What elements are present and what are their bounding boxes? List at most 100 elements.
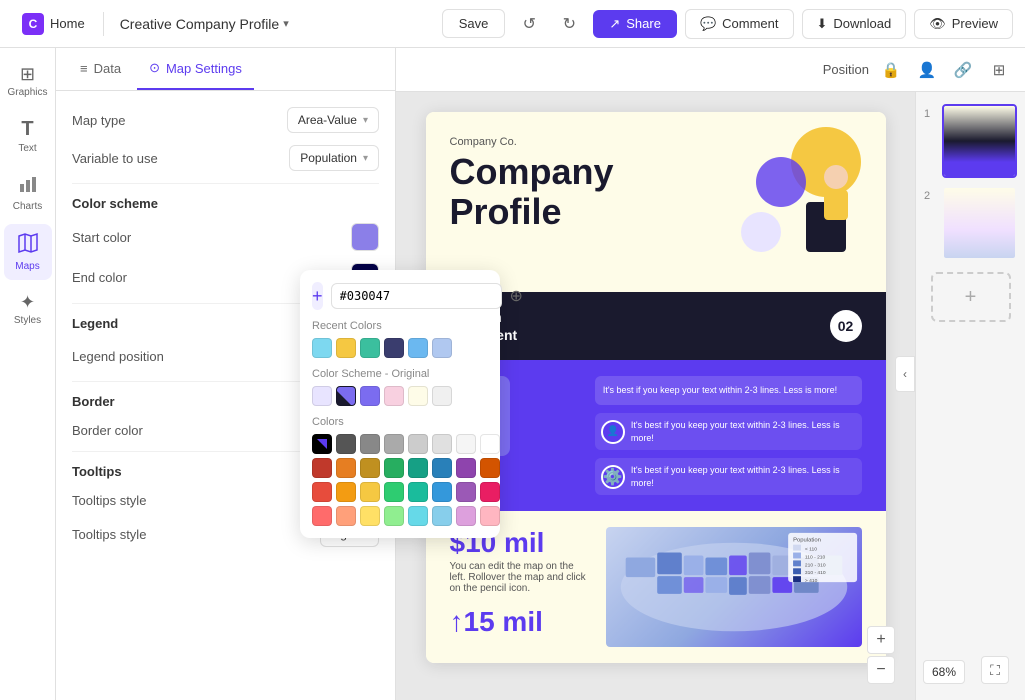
color-picker-add-button[interactable]: + (312, 282, 323, 310)
color-scheme-title: Color scheme (72, 196, 379, 211)
share-button[interactable]: ↗ Share (593, 10, 677, 38)
map-settings-tab-icon: ⊙ (149, 60, 160, 76)
document-title: Creative Company Profile (120, 16, 280, 32)
comment-button[interactable]: 💬 Comment (685, 9, 794, 39)
scheme-color-6[interactable] (432, 386, 452, 406)
tab-map-settings[interactable]: ⊙ Map Settings (137, 48, 254, 90)
color-cyan[interactable] (408, 506, 428, 526)
zoom-level[interactable]: 68% (923, 660, 965, 684)
variable-select[interactable]: Population ▾ (289, 145, 379, 171)
variable-row: Variable to use Population ▾ (72, 145, 379, 171)
charts-icon (18, 174, 38, 199)
thumb-image-1[interactable] (942, 104, 1017, 178)
maps-icon (17, 232, 39, 259)
scheme-color-2[interactable] (336, 386, 356, 406)
color-teal1[interactable] (408, 458, 428, 478)
person-icon[interactable]: 👤 (913, 56, 941, 84)
color-yellow1[interactable] (360, 458, 380, 478)
color-darkorange[interactable] (480, 458, 500, 478)
color-plum[interactable] (456, 506, 476, 526)
fullscreen-button[interactable]: ⛶ (981, 656, 1009, 684)
color-gray6[interactable] (456, 434, 476, 454)
zoom-out-button[interactable]: − (867, 656, 895, 684)
color-gray2[interactable] (360, 434, 380, 454)
lock-icon[interactable]: 🔒 (877, 56, 905, 84)
download-icon: ⬇ (817, 16, 828, 32)
thumb-item-1[interactable]: 1 (924, 104, 1017, 178)
color-gray3[interactable] (384, 434, 404, 454)
thumb-item-2[interactable]: 2 (924, 186, 1017, 260)
color-green2[interactable] (384, 482, 404, 502)
grid-icon[interactable]: ⊞ (985, 56, 1013, 84)
collapse-panel-button[interactable]: ‹ (895, 356, 915, 392)
color-peach[interactable] (336, 506, 356, 526)
comment-icon: 💬 (700, 16, 716, 32)
color-picker-popup: + ⊕ Recent Colors Color Scheme - Origina… (300, 270, 500, 538)
scheme-color-1[interactable] (312, 386, 332, 406)
thumb-number-1: 1 (924, 104, 936, 120)
tab-data[interactable]: ≡ Data (68, 48, 133, 90)
color-red1[interactable] (312, 458, 332, 478)
recent-color-2[interactable] (336, 338, 356, 358)
color-lightyellow[interactable] (360, 506, 380, 526)
undo-button[interactable]: ↺ (513, 8, 545, 40)
color-blue1[interactable] (432, 458, 452, 478)
redo-button[interactable]: ↻ (553, 8, 585, 40)
recent-color-3[interactable] (360, 338, 380, 358)
color-hex-input[interactable] (331, 283, 502, 309)
svg-text:< 110: < 110 (804, 547, 816, 553)
sidebar-item-text[interactable]: T Text (4, 110, 52, 162)
color-blue2[interactable] (432, 482, 452, 502)
color-gray4[interactable] (408, 434, 428, 454)
scheme-color-5[interactable] (408, 386, 428, 406)
color-teal2[interactable] (408, 482, 428, 502)
thumb-preview-2 (944, 188, 1015, 258)
sidebar-item-maps[interactable]: Maps (4, 224, 52, 280)
color-gray5[interactable] (432, 434, 452, 454)
recent-color-6[interactable] (432, 338, 452, 358)
save-button[interactable]: Save (442, 9, 506, 38)
color-yellow2[interactable] (360, 482, 380, 502)
start-color-row: Start color (72, 223, 379, 251)
color-salmon[interactable] (312, 506, 332, 526)
thumb-preview-1 (944, 106, 1015, 176)
svg-text:210 - 310: 210 - 310 (804, 563, 825, 569)
preview-button[interactable]: 👁 Preview (914, 9, 1013, 39)
recent-color-4[interactable] (384, 338, 404, 358)
sidebar-item-styles[interactable]: ✦ Styles (4, 284, 52, 334)
us-map[interactable]: Population < 110 110 - 210 210 - 310 310… (606, 527, 862, 647)
thumb-image-2[interactable] (942, 186, 1017, 260)
topbar-divider (103, 12, 104, 36)
map-type-select[interactable]: Area-Value ▾ (287, 107, 379, 133)
color-red2[interactable] (312, 482, 332, 502)
color-black[interactable] (312, 434, 332, 454)
start-color-swatch[interactable] (351, 223, 379, 251)
color-purple1[interactable] (456, 458, 476, 478)
recent-color-1[interactable] (312, 338, 332, 358)
color-purple2[interactable] (456, 482, 476, 502)
link-icon[interactable]: 🔗 (949, 56, 977, 84)
recent-color-5[interactable] (408, 338, 428, 358)
add-page-button[interactable]: + (931, 272, 1011, 322)
eyedropper-icon[interactable]: ⊕ (510, 282, 523, 310)
color-green1[interactable] (384, 458, 404, 478)
canva-logo-icon: C (22, 13, 44, 35)
gear-icon: ⚙️ (601, 465, 625, 489)
scheme-color-3[interactable] (360, 386, 380, 406)
sidebar-item-charts[interactable]: Charts (4, 166, 52, 220)
document-title-area[interactable]: Creative Company Profile ▾ (112, 12, 297, 36)
color-pink1[interactable] (480, 482, 500, 502)
color-orange2[interactable] (336, 482, 356, 502)
home-button[interactable]: C Home (12, 9, 95, 39)
color-orange1[interactable] (336, 458, 356, 478)
color-pink2[interactable] (480, 506, 500, 526)
zoom-in-button[interactable]: + (867, 626, 895, 654)
sidebar-item-graphics[interactable]: ⊞ Graphics (4, 56, 52, 106)
color-skyblue[interactable] (432, 506, 452, 526)
download-button[interactable]: ⬇ Download (802, 9, 907, 39)
color-white[interactable] (480, 434, 500, 454)
info-card-2: 👤 It's best if you keep your text within… (595, 413, 862, 450)
color-gray1[interactable] (336, 434, 356, 454)
scheme-color-4[interactable] (384, 386, 404, 406)
color-lightgreen[interactable] (384, 506, 404, 526)
